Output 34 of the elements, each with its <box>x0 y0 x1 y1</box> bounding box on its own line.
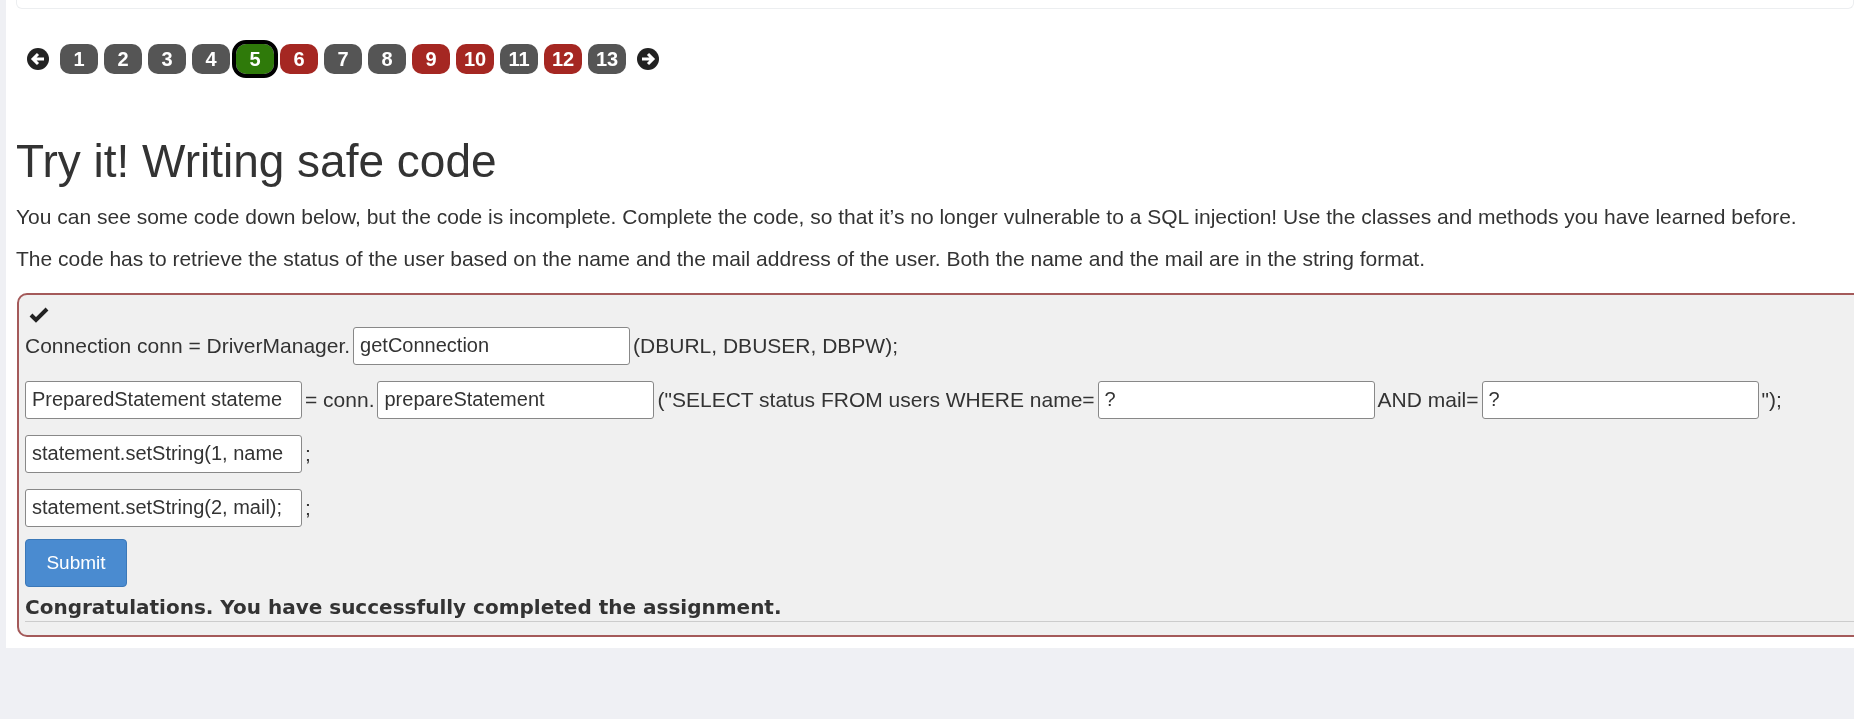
instruction-text: You can see some code down below, but the code is incomplete. Complete the code, so that it’s no longer vulnerable to a SQL injection! Use the classes and methods you have learned before. <box>16 204 1798 229</box>
page-button[interactable]: 8 <box>368 44 406 74</box>
page-button[interactable]: 6 <box>280 44 318 74</box>
page-button[interactable]: 11 <box>500 44 538 74</box>
page-button[interactable]: 4 <box>192 44 230 74</box>
instruction-text: The code has to retrieve the status of the user based on the name and the mail address of the user. Both the name and the mail are in the string format. <box>16 246 1426 271</box>
feedback-message: Congratulations. You have successfully completed the assignment. <box>25 594 783 619</box>
code-text: (DBURL, DBUSER, DBPW); <box>633 333 898 358</box>
code-text: ; <box>305 495 311 520</box>
code-input-field[interactable]: ? <box>1097 380 1375 419</box>
page-button[interactable]: 10 <box>456 44 494 74</box>
previous-page-button[interactable] <box>26 47 50 71</box>
submit-button[interactable]: Submit <box>25 538 127 587</box>
code-input-field[interactable]: prepareStatement <box>377 380 655 419</box>
page-button[interactable]: 1 <box>60 44 98 74</box>
code-text: ; <box>305 441 311 466</box>
code-input-field[interactable]: statement.setString(1, name <box>25 434 302 473</box>
page-button[interactable]: 13 <box>588 44 626 74</box>
page-title: Try it! Writing safe code <box>16 136 498 187</box>
code-text: = conn. <box>305 387 375 412</box>
code-input-field[interactable]: PreparedStatement stateme <box>25 380 302 419</box>
page-button[interactable]: 3 <box>148 44 186 74</box>
code-text: ("SELECT status FROM users WHERE name= <box>657 387 1095 412</box>
next-page-button[interactable] <box>636 47 660 71</box>
page-button[interactable]: 7 <box>324 44 362 74</box>
page-button[interactable]: 2 <box>104 44 142 74</box>
page-button[interactable]: 12 <box>544 44 582 74</box>
code-text: Connection conn = DriverManager. <box>25 333 351 358</box>
code-text: "); <box>1761 387 1782 412</box>
page-button[interactable]: 9 <box>412 44 450 74</box>
code-input-field[interactable]: statement.setString(2, mail); <box>25 488 302 527</box>
code-text: AND mail= <box>1377 387 1479 412</box>
code-input-field[interactable]: getConnection <box>353 326 631 365</box>
code-input-field[interactable]: ? <box>1481 380 1759 419</box>
